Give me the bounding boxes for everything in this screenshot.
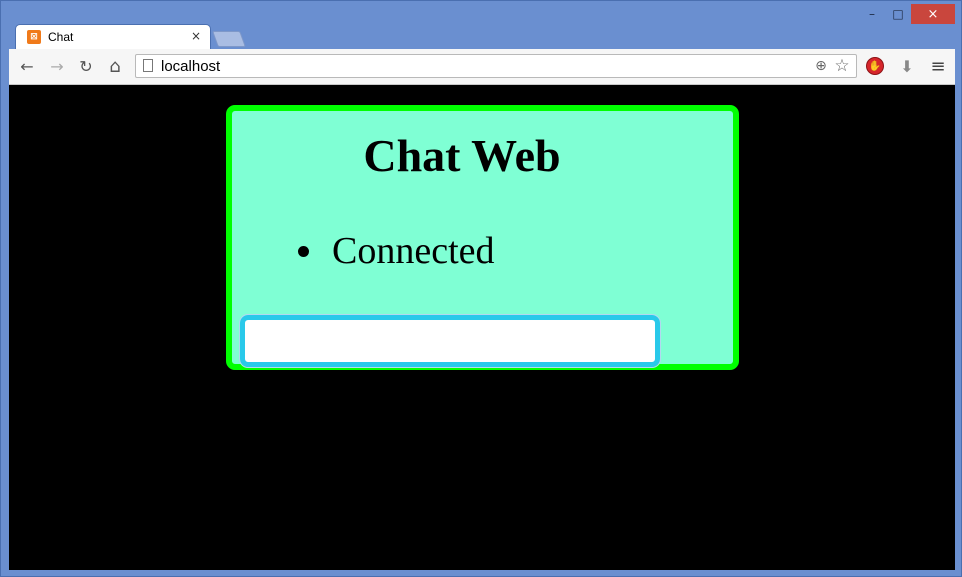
bookmark-star-icon[interactable]: ☆ xyxy=(833,56,851,76)
browser-toolbar: ← → ↻ ⌂ localhost ⊕ ☆ ✋ ⬇ ≡ xyxy=(9,49,955,85)
status-label: Connected xyxy=(332,230,495,272)
stop-extension-icon[interactable]: ✋ xyxy=(866,57,884,75)
address-bar[interactable]: localhost ⊕ ☆ xyxy=(135,54,857,78)
zoom-icon[interactable]: ⊕ xyxy=(812,57,830,75)
chat-panel: Chat Web Connected xyxy=(226,105,739,370)
download-extension-icon[interactable]: ⬇ xyxy=(897,56,917,76)
browser-window: – □ × ⊠ Chat × ← → ↻ ⌂ localhost ⊕ ☆ ✋ ⬇… xyxy=(0,0,962,577)
minimize-button[interactable]: – xyxy=(859,4,885,24)
page-title: Chat Web xyxy=(363,130,561,181)
page-viewport: Chat Web Connected xyxy=(9,85,955,570)
window-controls: – □ × xyxy=(859,4,955,24)
reload-icon[interactable]: ↻ xyxy=(76,56,96,76)
back-arrow-icon[interactable]: ← xyxy=(17,56,37,76)
status-item: Connected xyxy=(298,229,495,273)
message-input[interactable] xyxy=(239,314,661,368)
tab-close-icon[interactable]: × xyxy=(191,29,201,43)
tab-chat[interactable]: ⊠ Chat × xyxy=(15,24,211,50)
menu-icon[interactable]: ≡ xyxy=(928,56,948,77)
bullet-icon xyxy=(298,246,309,257)
xampp-icon: ⊠ xyxy=(27,30,41,44)
close-window-button[interactable]: × xyxy=(911,4,955,24)
forward-arrow-icon[interactable]: → xyxy=(47,56,67,76)
maximize-button[interactable]: □ xyxy=(885,4,911,24)
tab-title: Chat xyxy=(48,30,74,44)
new-tab-button[interactable] xyxy=(212,31,246,47)
page-icon xyxy=(143,59,153,72)
url-text[interactable]: localhost xyxy=(161,58,220,75)
status-list: Connected xyxy=(298,229,495,273)
home-icon[interactable]: ⌂ xyxy=(105,56,125,77)
